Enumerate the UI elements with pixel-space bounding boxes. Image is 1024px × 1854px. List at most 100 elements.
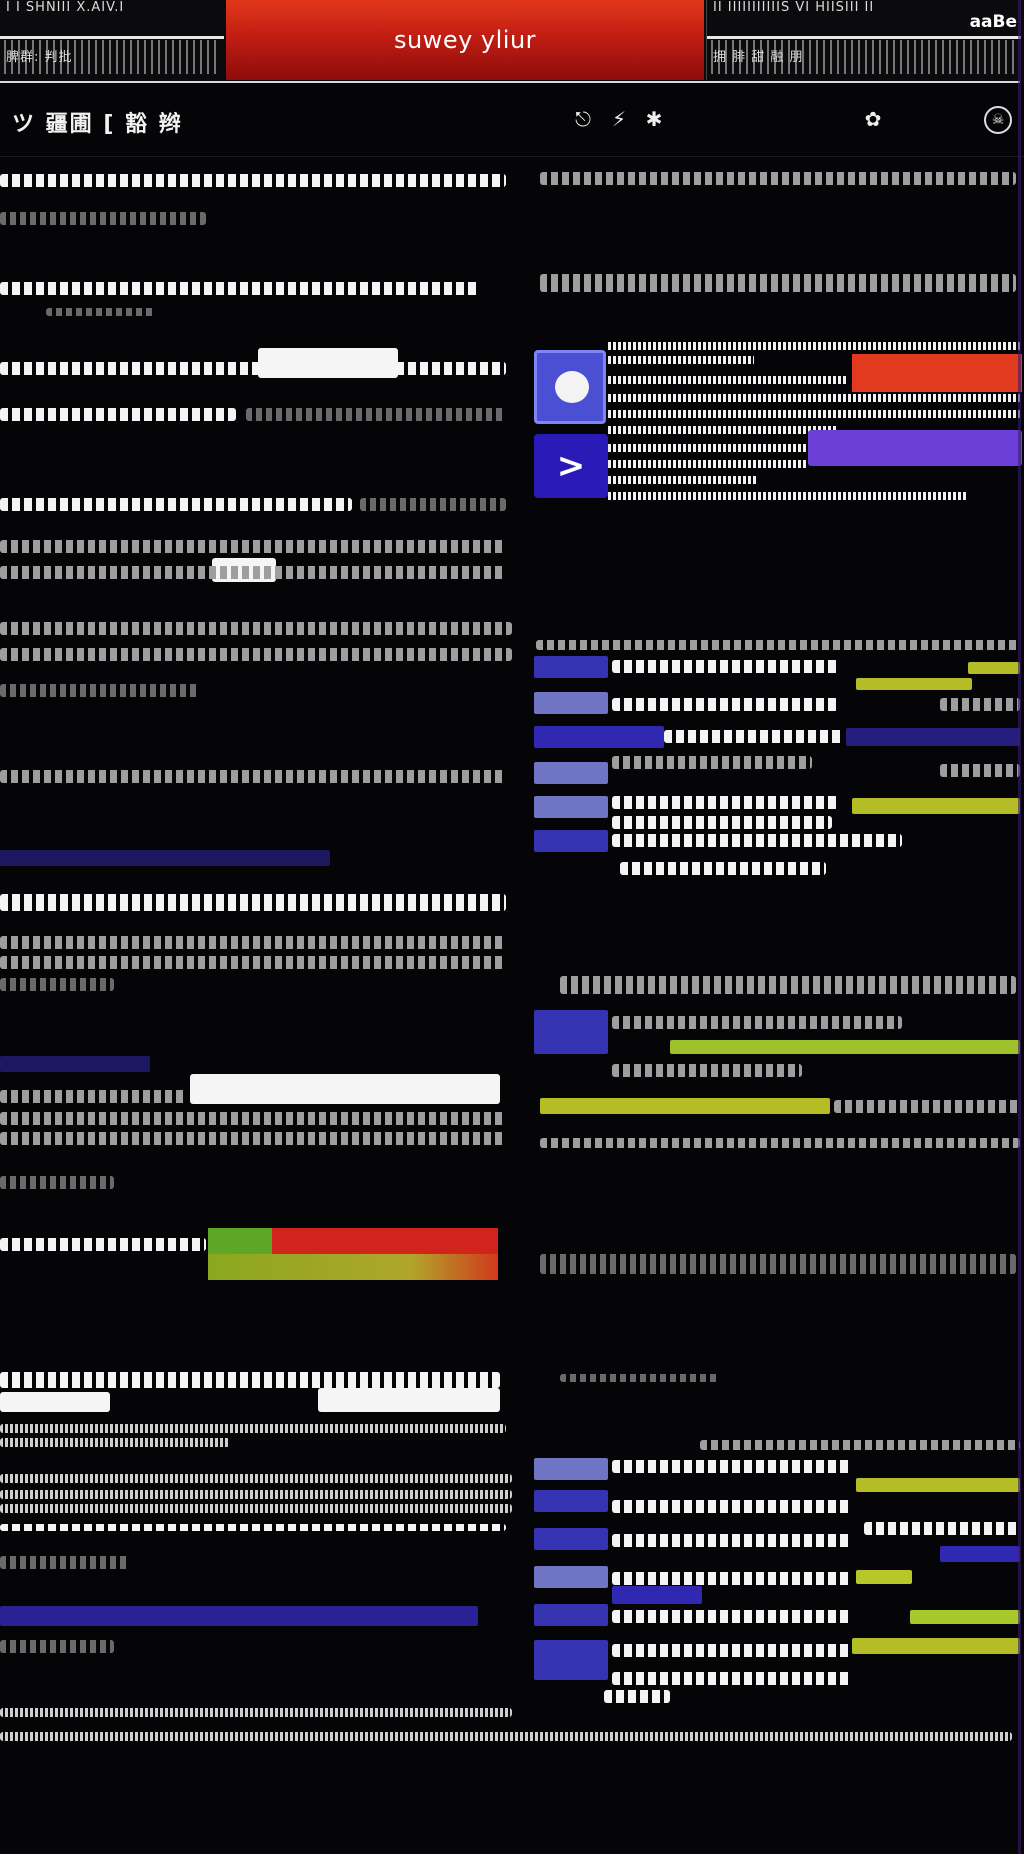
feed-line	[0, 1090, 186, 1103]
promo-red-button[interactable]	[852, 354, 1022, 392]
feed-line	[0, 498, 352, 511]
feed-line	[0, 1176, 114, 1189]
panel-line	[700, 1440, 1020, 1450]
feed-line	[0, 1504, 512, 1513]
survey-banner-button[interactable]: suwey yliur	[226, 0, 704, 80]
list-line	[664, 730, 844, 743]
promo-purple-button[interactable]	[808, 430, 1022, 466]
list-line	[540, 1138, 1020, 1148]
list-line	[940, 764, 1020, 777]
feed-line	[0, 770, 506, 783]
list-line	[612, 1460, 852, 1473]
list-line	[604, 1690, 670, 1703]
blob-icon[interactable]	[534, 350, 606, 424]
banner-left-caption: I I SHNIII X.AIV.I	[6, 0, 125, 15]
feed-line	[0, 174, 506, 187]
panel-line	[540, 1254, 1016, 1274]
highlight-block	[258, 348, 398, 378]
lamp-icon[interactable]: ⎋	[570, 106, 596, 132]
banner-left-panel: I I SHNIII X.AIV.I 脾群: 判批	[0, 0, 224, 80]
list-line	[612, 834, 902, 847]
bird-icon[interactable]: ✿	[860, 106, 886, 132]
promo-line	[608, 410, 1020, 418]
list-thumb[interactable]	[534, 1458, 608, 1480]
list-thumb[interactable]	[534, 692, 608, 714]
list-line	[612, 1572, 852, 1585]
list-line	[612, 1672, 852, 1685]
list-tag	[670, 1040, 1020, 1054]
panel-line	[540, 172, 1016, 185]
list-thumb[interactable]	[534, 1010, 608, 1054]
link-line[interactable]	[0, 1056, 150, 1072]
feed-line	[0, 936, 506, 949]
list-thumb[interactable]	[534, 1604, 608, 1626]
input-bar[interactable]	[190, 1074, 500, 1104]
feed-line	[0, 362, 506, 375]
list-link[interactable]	[612, 1586, 702, 1604]
feed-line	[0, 1708, 512, 1717]
feed-line	[46, 308, 156, 316]
chevron-right-icon[interactable]: >	[534, 434, 608, 498]
feed-headline[interactable]	[0, 894, 506, 911]
promo-line	[608, 492, 968, 500]
list-thumb[interactable]	[534, 830, 608, 852]
brand-logo[interactable]: ツ 疆圃 [ 豁 辫	[12, 106, 183, 138]
list-line	[864, 1522, 1020, 1535]
list-line	[612, 816, 832, 829]
list-tag	[852, 1638, 1020, 1654]
feed-headline	[0, 1372, 500, 1388]
blob-shape	[555, 371, 589, 403]
feed-line	[0, 1238, 206, 1251]
list-tag	[852, 798, 1020, 814]
promo-line	[608, 476, 758, 484]
feed-line	[0, 1112, 506, 1125]
right-edge-line	[1018, 0, 1021, 1854]
list-line	[612, 1016, 902, 1029]
list-line	[620, 862, 826, 875]
panel-line	[536, 640, 1020, 650]
promo-line	[608, 460, 808, 468]
plug-icon[interactable]: ⚡	[606, 106, 632, 132]
list-link[interactable]	[940, 1546, 1020, 1562]
list-thumb[interactable]	[534, 1528, 608, 1550]
list-thumb[interactable]	[534, 796, 608, 818]
link-line[interactable]	[0, 1606, 478, 1626]
nav-divider	[0, 156, 1024, 157]
banner-underline	[0, 81, 1020, 83]
promo-line	[608, 394, 1020, 402]
skull-icon[interactable]: ☠	[984, 106, 1012, 134]
feed-line	[246, 408, 506, 421]
list-link[interactable]	[846, 728, 1020, 746]
list-tag	[968, 662, 1020, 674]
feed-line	[0, 956, 506, 969]
list-line	[612, 1500, 852, 1513]
banner-right-corner-label: aaBe	[969, 12, 1017, 32]
list-tag	[856, 678, 972, 690]
list-thumb[interactable]	[534, 762, 608, 784]
list-thumb[interactable]	[534, 656, 608, 678]
list-thumb[interactable]	[534, 1640, 608, 1680]
feed-line	[0, 212, 206, 225]
list-thumb[interactable]	[534, 1490, 608, 1512]
feed-line	[0, 540, 506, 553]
feed-line	[0, 1132, 506, 1145]
list-line	[612, 660, 838, 673]
feed-line	[0, 622, 512, 635]
feed-line	[0, 1732, 1012, 1741]
list-thumb[interactable]	[534, 1566, 608, 1588]
list-link[interactable]	[534, 726, 664, 748]
nav-bar: ツ 疆圃 [ 豁 辫 ⎋ ⚡ ✱ ✿ ☠	[0, 88, 1024, 152]
sparkle-icon[interactable]: ✱	[641, 106, 667, 132]
progress-gradient-segment	[208, 1254, 498, 1280]
list-line	[612, 698, 838, 711]
link-line[interactable]	[0, 850, 330, 866]
highlight-block	[0, 1392, 110, 1412]
feed-line	[0, 1640, 114, 1653]
feed-line	[0, 1438, 230, 1447]
feed-line	[0, 408, 236, 421]
panel-line	[560, 976, 1016, 994]
banner-left-rule	[0, 36, 224, 39]
feed-line	[0, 648, 512, 661]
list-line	[612, 1610, 852, 1623]
list-line	[612, 1534, 852, 1547]
